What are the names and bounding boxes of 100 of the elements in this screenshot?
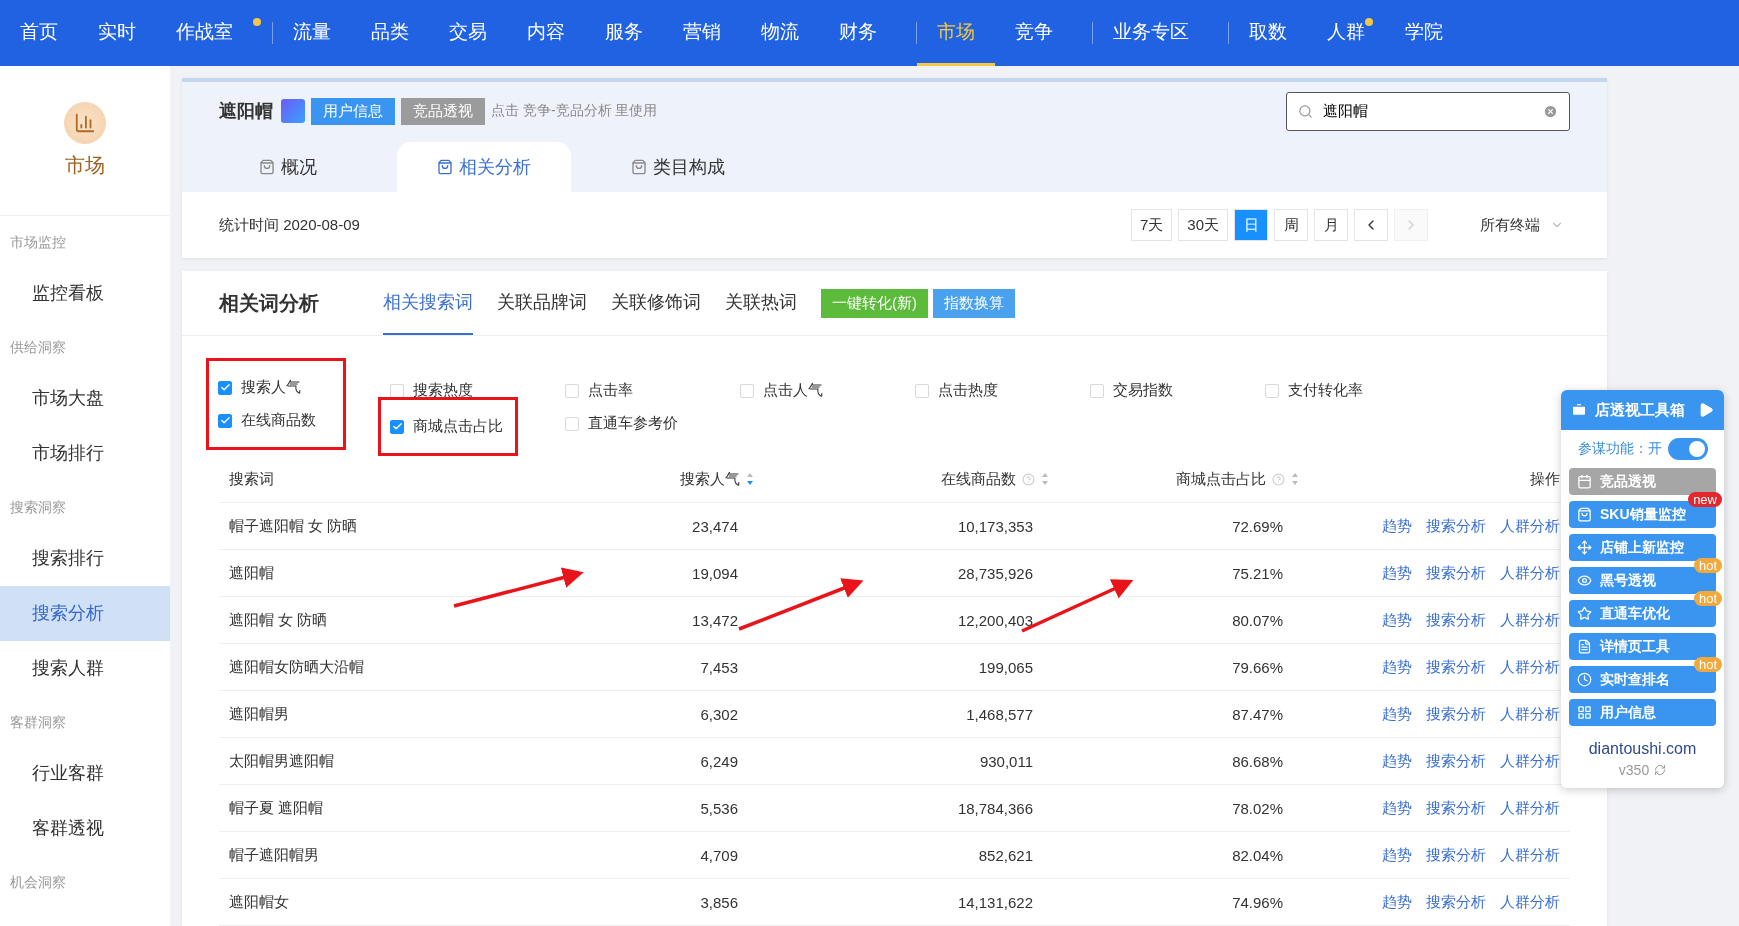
sidebar-item[interactable]: 搜索排行 bbox=[0, 531, 170, 586]
checkbox[interactable] bbox=[390, 419, 404, 434]
row-link[interactable]: 搜索分析 bbox=[1426, 657, 1486, 677]
help-icon[interactable] bbox=[1022, 472, 1035, 486]
row-link[interactable]: 搜索分析 bbox=[1426, 845, 1486, 865]
nav-tab[interactable]: 营销 bbox=[663, 0, 741, 66]
clock-icon bbox=[1577, 672, 1592, 687]
nav-tab[interactable]: 业务专区 bbox=[1093, 0, 1229, 66]
expand-icon[interactable] bbox=[1698, 402, 1714, 418]
row-link[interactable]: 趋势 bbox=[1382, 704, 1412, 724]
metric-option[interactable]: 点击人气 bbox=[740, 374, 890, 407]
page-tab[interactable]: 类目构成 bbox=[591, 142, 765, 192]
sort-icon[interactable] bbox=[1041, 472, 1049, 486]
row-link[interactable]: 搜索分析 bbox=[1426, 892, 1486, 912]
nav-tab[interactable]: 财务 bbox=[819, 0, 917, 66]
row-link[interactable]: 搜索分析 bbox=[1426, 610, 1486, 630]
row-link[interactable]: 趋势 bbox=[1382, 657, 1412, 677]
toolbox-header[interactable]: 店透视工具箱 bbox=[1561, 390, 1724, 430]
period-button[interactable]: 日 bbox=[1234, 209, 1268, 241]
nav-tab[interactable]: 作战室 bbox=[156, 0, 273, 66]
sidebar-item[interactable]: 搜索人群 bbox=[0, 641, 170, 696]
period-button[interactable]: 30天 bbox=[1178, 209, 1228, 241]
row-link[interactable]: 人群分析 bbox=[1500, 516, 1560, 536]
tool-button[interactable]: 店铺上新监控 bbox=[1569, 534, 1716, 561]
analysis-tab[interactable]: 相关搜索词 bbox=[383, 271, 473, 335]
page-tab[interactable]: 相关分析 bbox=[397, 142, 571, 192]
row-link[interactable]: 人群分析 bbox=[1500, 892, 1560, 912]
nav-tab[interactable]: 流量 bbox=[273, 0, 351, 66]
tool-button[interactable]: 用户信息 bbox=[1569, 699, 1716, 726]
sidebar-item[interactable]: 客群透视 bbox=[0, 801, 170, 856]
search-field[interactable]: 遮阳帽 bbox=[1286, 91, 1570, 131]
sidebar-item[interactable]: 搜索分析 bbox=[0, 586, 170, 641]
nav-tab[interactable]: 取数 bbox=[1229, 0, 1307, 66]
tag-button[interactable]: 用户信息 bbox=[311, 97, 395, 125]
metric-option[interactable]: 点击率 bbox=[565, 374, 715, 407]
period-button[interactable]: 7天 bbox=[1130, 209, 1173, 241]
nav-tab[interactable]: 首页 bbox=[0, 0, 78, 66]
metric-option[interactable]: 搜索热度 bbox=[390, 374, 540, 407]
row-link[interactable]: 人群分析 bbox=[1500, 657, 1560, 677]
row-link[interactable]: 人群分析 bbox=[1500, 751, 1560, 771]
nav-tab[interactable]: 交易 bbox=[429, 0, 507, 66]
site-link[interactable]: diantoushi.com bbox=[1561, 740, 1724, 758]
nav-tab[interactable]: 人群 bbox=[1307, 0, 1385, 66]
help-icon[interactable] bbox=[1272, 472, 1285, 486]
refresh-icon[interactable] bbox=[1654, 764, 1667, 776]
metric-option[interactable]: 商城点击占比 bbox=[390, 410, 505, 443]
tool-badge: hot bbox=[1693, 558, 1722, 573]
nav-tab[interactable]: 市场 bbox=[917, 0, 995, 66]
metric-option[interactable]: 搜索人气 bbox=[218, 371, 333, 404]
row-link[interactable]: 搜索分析 bbox=[1426, 798, 1486, 818]
nav-tab[interactable]: 竞争 bbox=[995, 0, 1093, 66]
page-tab[interactable]: 概况 bbox=[219, 142, 357, 192]
calendar-icon bbox=[1577, 474, 1592, 489]
metric-option[interactable]: 直通车参考价 bbox=[565, 407, 715, 440]
action-button[interactable]: 指数换算 bbox=[933, 288, 1015, 318]
row-link[interactable]: 搜索分析 bbox=[1426, 516, 1486, 536]
row-link[interactable]: 趋势 bbox=[1382, 845, 1412, 865]
checkbox[interactable] bbox=[218, 380, 232, 395]
nav-tab[interactable]: 学院 bbox=[1385, 0, 1463, 66]
sidebar-item[interactable]: 市场大盘 bbox=[0, 371, 170, 426]
metric-option[interactable]: 在线商品数 bbox=[218, 404, 333, 437]
sidebar-item[interactable]: 行业客群 bbox=[0, 746, 170, 801]
sort-icon[interactable] bbox=[1291, 472, 1299, 486]
sidebar-item[interactable]: 市场排行 bbox=[0, 426, 170, 481]
row-link[interactable]: 趋势 bbox=[1382, 798, 1412, 818]
sort-icon[interactable] bbox=[746, 472, 754, 486]
row-link[interactable]: 搜索分析 bbox=[1426, 751, 1486, 771]
row-link[interactable]: 人群分析 bbox=[1500, 798, 1560, 818]
row-link[interactable]: 人群分析 bbox=[1500, 704, 1560, 724]
row-link[interactable]: 搜索分析 bbox=[1426, 704, 1486, 724]
terminal-select[interactable]: 所有终端 bbox=[1474, 214, 1570, 236]
previous-button[interactable] bbox=[1354, 209, 1388, 241]
row-link[interactable]: 趋势 bbox=[1382, 610, 1412, 630]
analysis-tab[interactable]: 关联热词 bbox=[725, 271, 797, 335]
metric-option[interactable]: 点击热度 bbox=[915, 374, 1065, 407]
period-button[interactable]: 月 bbox=[1314, 209, 1348, 241]
metric-option[interactable]: 交易指数 bbox=[1090, 374, 1240, 407]
row-link[interactable]: 人群分析 bbox=[1500, 845, 1560, 865]
period-button[interactable]: 周 bbox=[1274, 209, 1308, 241]
nav-tab[interactable]: 物流 bbox=[741, 0, 819, 66]
nav-tab[interactable]: 服务 bbox=[585, 0, 663, 66]
tag-button[interactable]: 竞品透视 bbox=[401, 97, 485, 125]
analysis-tab[interactable]: 关联修饰词 bbox=[611, 271, 701, 335]
metric-option[interactable]: 支付转化率 bbox=[1265, 374, 1415, 407]
nav-tab[interactable]: 内容 bbox=[507, 0, 585, 66]
row-link[interactable]: 人群分析 bbox=[1500, 610, 1560, 630]
nav-tab[interactable]: 实时 bbox=[78, 0, 156, 66]
sidebar-item[interactable]: 监控看板 bbox=[0, 266, 170, 321]
grid-icon bbox=[1577, 705, 1592, 720]
checkbox[interactable] bbox=[218, 413, 232, 428]
nav-tab[interactable]: 品类 bbox=[351, 0, 429, 66]
row-link[interactable]: 搜索分析 bbox=[1426, 563, 1486, 583]
row-link[interactable]: 趋势 bbox=[1382, 892, 1412, 912]
tool-button[interactable]: 详情页工具 bbox=[1569, 633, 1716, 660]
row-link[interactable]: 趋势 bbox=[1382, 751, 1412, 771]
analysis-tab[interactable]: 关联品牌词 bbox=[497, 271, 587, 335]
row-link[interactable]: 人群分析 bbox=[1500, 563, 1560, 583]
row-link[interactable]: 趋势 bbox=[1382, 516, 1412, 536]
toggle-switch[interactable] bbox=[1667, 438, 1708, 460]
row-link[interactable]: 趋势 bbox=[1382, 563, 1412, 583]
